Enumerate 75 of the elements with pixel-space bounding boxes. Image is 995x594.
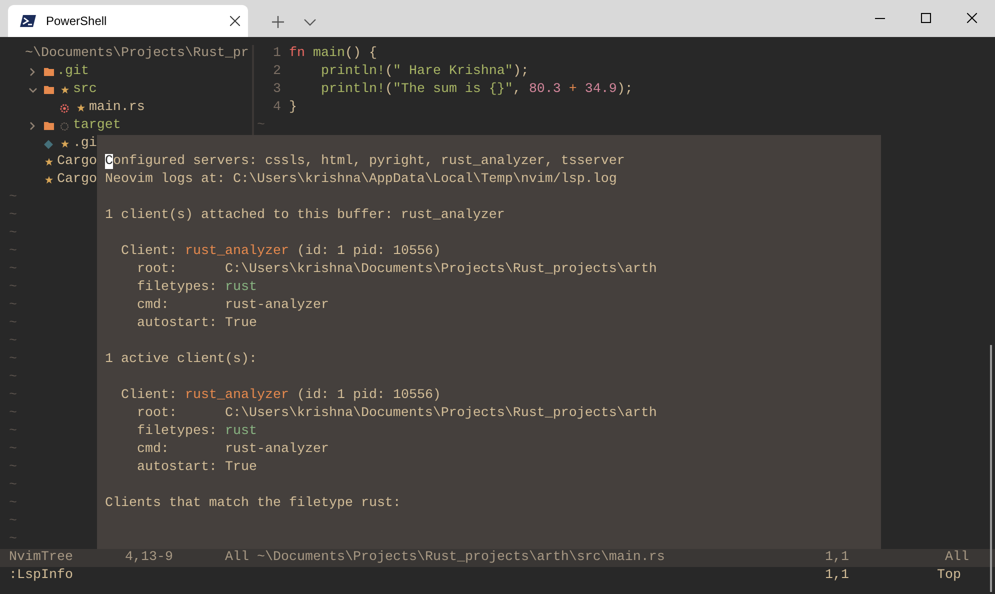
file-name[interactable]: .gi (72, 135, 97, 153)
line-number: 1 (272, 45, 281, 63)
file-name[interactable]: main.rs (88, 99, 145, 117)
folder-name[interactable]: src (72, 81, 97, 99)
file-path: ~\Documents\Projects\Rust_projects\arth\src\main.rs (257, 549, 666, 567)
info-line: Configured servers: cssls, html, pyright, rust_analyzer, tsserver (105, 153, 625, 171)
empty-line-marker: ~ (9, 189, 17, 207)
file-name[interactable]: Cargo (56, 171, 97, 189)
folder-icon (44, 122, 54, 130)
chevron-down-icon (304, 18, 316, 26)
empty-line-marker: ~ (9, 477, 17, 495)
scroll-position: Top (937, 567, 962, 585)
empty-line-marker: ~ (9, 279, 17, 297)
scroll-position: All (225, 549, 250, 567)
info-line: autostart: True (136, 459, 257, 477)
diamond-icon (44, 140, 54, 148)
terminal-tab[interactable]: PowerShell (8, 5, 248, 37)
empty-line-marker: ~ (9, 369, 17, 387)
empty-line-marker: ~ (9, 315, 17, 333)
info-line: Neovim logs at: C:\Users\krishna\AppData\Local\Temp\nvim/lsp.log (105, 171, 617, 189)
empty-line-marker: ~ (9, 531, 17, 549)
info-line: autostart: True (136, 315, 257, 333)
empty-line-marker: ~ (9, 243, 17, 261)
code-line: } (288, 99, 297, 117)
empty-line-marker: ~ (9, 333, 17, 351)
info-line: 1 client(s) attached to this buffer: rust_analyzer (105, 207, 505, 225)
plus-icon (272, 16, 284, 28)
command-text: :LspInfo (9, 567, 74, 585)
cursor-position: 1,1 (825, 549, 850, 567)
empty-line-marker: ~ (9, 225, 17, 243)
info-line: 1 active client(s): (105, 351, 257, 369)
powershell-icon (20, 14, 36, 28)
folder-name[interactable]: .git (56, 63, 89, 81)
code-line: println!(" Hare Krishna"); (320, 63, 529, 81)
info-line: cmd: rust-analyzer (136, 441, 329, 459)
empty-line-marker: ~ (257, 117, 265, 135)
gear-icon (60, 104, 70, 112)
empty-line-marker: ~ (9, 297, 17, 315)
buffer-name: NvimTree (9, 549, 74, 567)
close-icon (967, 13, 977, 23)
line-number: 3 (272, 81, 281, 99)
close-icon (230, 16, 240, 26)
cursor-position: 4,13-9 (125, 549, 174, 567)
maximize-icon (921, 13, 931, 23)
scroll-position: All (945, 549, 969, 567)
code-line: println!("The sum is {}", 80.3 + 34.9); (320, 81, 633, 99)
empty-line-marker: ~ (9, 441, 17, 459)
empty-line-marker: ~ (9, 351, 17, 369)
info-line: cmd: rust-analyzer (136, 297, 329, 315)
scrollbar[interactable] (990, 345, 992, 592)
info-line: Clients that match the filetype rust: (105, 495, 401, 513)
tree-root-path: ~\Documents\Projects\Rust_pr (24, 45, 249, 63)
code-line: fn main() { (288, 45, 377, 63)
empty-line-marker: ~ (9, 513, 17, 531)
folder-icon (44, 86, 54, 94)
info-line: Client: rust_analyzer (id: 1 pid: 10556) (120, 387, 441, 405)
close-tab-button[interactable] (230, 16, 240, 26)
empty-line-marker: ~ (9, 261, 17, 279)
empty-line-marker: ~ (9, 459, 17, 477)
empty-line-marker: ~ (9, 207, 17, 225)
cursor-position: 1,1 (825, 567, 850, 585)
file-name[interactable]: Cargo (56, 153, 97, 171)
empty-line-marker: ~ (9, 405, 17, 423)
folder-icon (44, 68, 54, 76)
info-line: Client: rust_analyzer (id: 1 pid: 10556) (120, 243, 441, 261)
empty-line-marker: ~ (9, 423, 17, 441)
info-line: filetypes: rust (136, 423, 257, 441)
line-number: 4 (272, 99, 281, 117)
info-line: root: C:\Users\krishna\Documents\Projects\Rust_projects\arth (136, 261, 657, 279)
empty-line-marker: ~ (9, 495, 17, 513)
line-number: 2 (272, 63, 281, 81)
info-line: root: C:\Users\krishna\Documents\Projects\Rust_projects\arth (136, 405, 657, 423)
folder-name[interactable]: target (72, 117, 121, 135)
info-line: filetypes: rust (136, 279, 257, 297)
empty-line-marker: ~ (9, 387, 17, 405)
